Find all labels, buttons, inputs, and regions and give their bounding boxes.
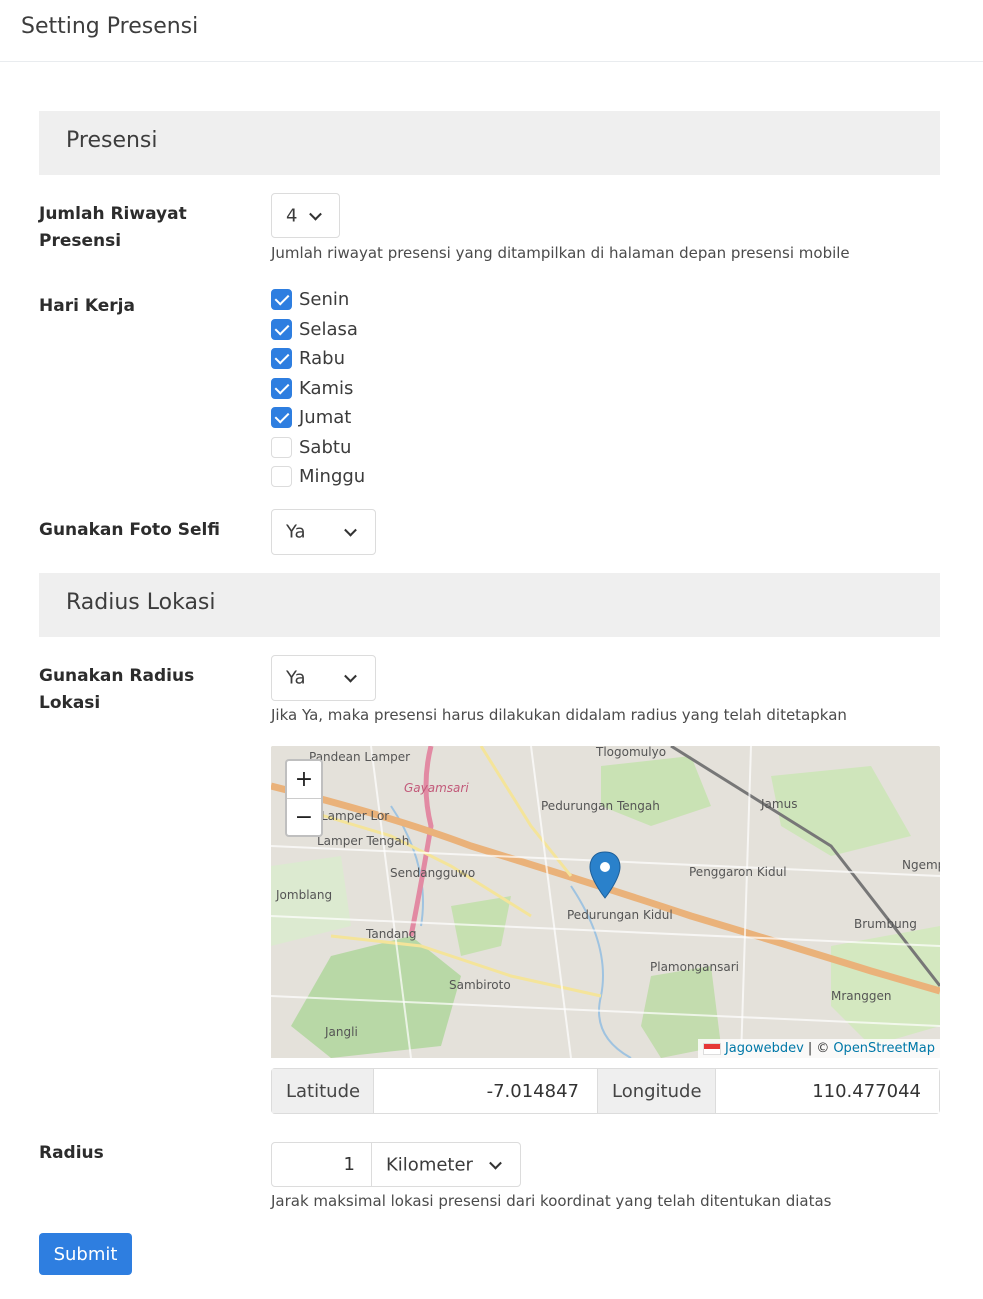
day-checkbox[interactable] <box>271 466 292 488</box>
chevron-down-icon <box>489 1156 502 1170</box>
day-checkbox-row[interactable]: Senin <box>271 285 365 315</box>
chevron-down-icon <box>309 207 322 221</box>
zoom-out-button[interactable]: − <box>287 798 321 835</box>
day-checkbox[interactable] <box>271 436 292 458</box>
foto-selfi-value: Ya <box>286 521 306 543</box>
jumlah-riwayat-value: 4 <box>286 205 298 226</box>
radius-lokasi-value: Ya <box>286 667 306 689</box>
flag-icon <box>702 1042 721 1055</box>
map-place-label: Pandean Lamper <box>309 750 410 764</box>
day-label: Kamis <box>299 377 354 399</box>
attribution-jagowebdev-link[interactable]: Jagowebdev <box>725 1041 804 1056</box>
page-title: Setting Presensi <box>21 14 199 39</box>
radius-lokasi-select[interactable]: Ya <box>271 655 376 701</box>
day-label: Selasa <box>299 318 358 340</box>
day-checkbox[interactable] <box>271 377 292 399</box>
radius-unit-select[interactable]: Kilometer <box>372 1143 520 1186</box>
foto-selfi-label: Gunakan Foto Selfi <box>39 520 220 540</box>
radius-label: Radius <box>39 1143 104 1163</box>
hari-kerja-label: Hari Kerja <box>39 296 135 316</box>
map-place-label: Tlogomulyo <box>595 746 666 759</box>
map-place-label: Lamper Tengah <box>317 834 409 848</box>
map-place-label: Pedurungan Kidul <box>567 908 673 922</box>
day-label: Rabu <box>299 348 345 370</box>
map-tiles: Pandean Lamper Gayamsari Tlogomulyo Pedu… <box>271 746 940 1058</box>
location-map[interactable]: Pandean Lamper Gayamsari Tlogomulyo Pedu… <box>271 746 940 1058</box>
coordinates-group: Latitude -7.014847 Longitude 110.477044 <box>271 1068 940 1114</box>
radius-value-input[interactable]: 1 <box>272 1143 372 1186</box>
radius-unit-value: Kilometer <box>386 1154 473 1175</box>
page-header: Setting Presensi <box>0 0 983 62</box>
map-place-label: Pedurungan Tengah <box>541 799 660 813</box>
day-label: Senin <box>299 289 350 311</box>
day-label: Minggu <box>299 466 366 488</box>
section-radius-lokasi: Radius Lokasi <box>39 573 940 637</box>
attribution-separator: | © <box>807 1041 830 1056</box>
map-place-label: Lamper Lor <box>321 809 389 823</box>
latitude-label: Latitude <box>272 1069 373 1113</box>
section-radius-title: Radius Lokasi <box>66 590 216 615</box>
map-place-label: Sendangguwo <box>390 866 475 880</box>
hari-kerja-checklist: Senin Selasa Rabu Kamis Jumat Sabtu Minggu <box>271 285 365 492</box>
map-zoom-control: + − <box>285 759 323 837</box>
day-checkbox-row[interactable]: Selasa <box>271 315 365 345</box>
zoom-in-button[interactable]: + <box>287 761 321 798</box>
map-place-label: Ngemplak <box>902 858 940 872</box>
radius-lokasi-help: Jika Ya, maka presensi harus dilakukan d… <box>271 706 847 724</box>
attribution-osm-link[interactable]: OpenStreetMap <box>833 1041 935 1056</box>
day-checkbox-row[interactable]: Sabtu <box>271 433 365 463</box>
map-place-label: Penggaron Kidul <box>689 865 787 879</box>
jumlah-riwayat-help: Jumlah riwayat presensi yang ditampilkan… <box>271 244 850 262</box>
radius-lokasi-label: Gunakan Radius Lokasi <box>39 666 195 713</box>
map-place-label: Sambiroto <box>449 978 511 992</box>
map-place-label: Gayamsari <box>404 781 469 795</box>
map-place-label: Jangli <box>324 1025 358 1039</box>
foto-selfi-select[interactable]: Ya <box>271 509 376 555</box>
longitude-label: Longitude <box>598 1069 715 1113</box>
map-place-label: Mranggen <box>831 989 891 1003</box>
section-presensi-title: Presensi <box>66 128 158 153</box>
chevron-down-icon <box>344 523 357 537</box>
jumlah-riwayat-label: Jumlah Riwayat Presensi <box>39 204 187 251</box>
map-place-label: Tandang <box>365 927 417 941</box>
section-presensi: Presensi <box>39 111 940 175</box>
map-place-label: Jamus <box>760 797 797 811</box>
map-place-label: Jomblang <box>275 888 332 902</box>
day-checkbox[interactable] <box>271 289 292 311</box>
day-checkbox-row[interactable]: Kamis <box>271 374 365 404</box>
jumlah-riwayat-select[interactable]: 4 <box>271 193 340 238</box>
day-checkbox-row[interactable]: Jumat <box>271 403 365 433</box>
chevron-down-icon <box>344 669 357 683</box>
submit-button[interactable]: Submit <box>39 1233 132 1275</box>
day-label: Sabtu <box>299 436 352 458</box>
day-checkbox[interactable] <box>271 348 292 370</box>
day-checkbox[interactable] <box>271 318 292 340</box>
day-label: Jumat <box>299 407 352 429</box>
latitude-input[interactable]: -7.014847 <box>373 1069 598 1113</box>
map-attribution: Jagowebdev | © OpenStreetMap <box>697 1039 940 1058</box>
day-checkbox[interactable] <box>271 407 292 429</box>
radius-help: Jarak maksimal lokasi presensi dari koor… <box>271 1192 832 1210</box>
map-place-label: Plamongansari <box>650 960 739 974</box>
map-place-label: Brumbung <box>854 917 917 931</box>
day-checkbox-row[interactable]: Rabu <box>271 344 365 374</box>
longitude-input[interactable]: 110.477044 <box>715 1069 939 1113</box>
day-checkbox-row[interactable]: Minggu <box>271 462 365 492</box>
radius-input-group: 1 Kilometer <box>271 1142 521 1187</box>
